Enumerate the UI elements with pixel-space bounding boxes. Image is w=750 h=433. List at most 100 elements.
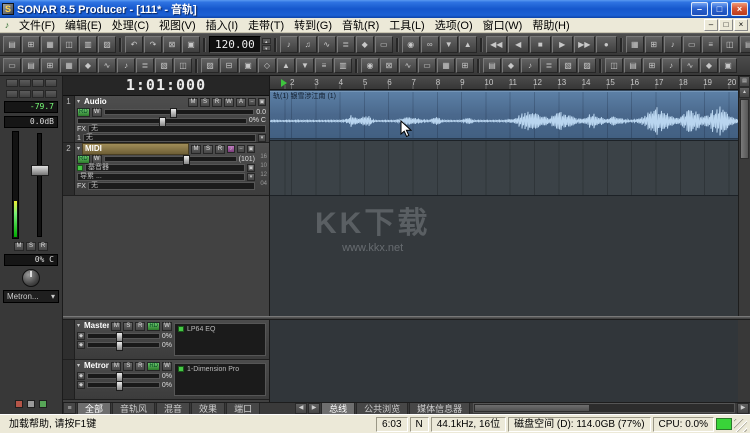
bus-name[interactable]: Metronome	[82, 361, 109, 371]
toolbar-button[interactable]: ♪	[117, 58, 135, 73]
menu-item[interactable]: 窗口(W)	[478, 17, 528, 33]
clips-pane[interactable]: 234567891011121314151617181920 轨(1) 银雪涉江…	[270, 76, 738, 316]
tempo-up-button[interactable]: ▲	[262, 38, 271, 44]
toolbar-button[interactable]: ∿	[98, 58, 116, 73]
toolbar-button[interactable]: ▦	[41, 36, 59, 53]
arm-button[interactable]: R	[215, 145, 225, 154]
read-automation-button[interactable]: RD	[77, 108, 90, 117]
minimize-strip-icon[interactable]: –	[237, 145, 245, 153]
mute-button[interactable]: M	[188, 98, 198, 107]
menu-item[interactable]: 帮助(H)	[527, 17, 574, 33]
inspector-button[interactable]	[6, 90, 18, 98]
write-automation-button[interactable]: W	[224, 98, 234, 107]
view-tab[interactable]: 总线	[321, 402, 355, 414]
bus-name[interactable]: Master	[82, 321, 109, 331]
archive-button[interactable]: A	[236, 98, 246, 107]
track-pane-tab[interactable]: 全部	[77, 402, 111, 414]
toolbar-button[interactable]: ⊞	[41, 58, 59, 73]
io-dropdown-icon[interactable]: ▾	[258, 134, 266, 142]
toolbar-button[interactable]: ≡	[702, 36, 720, 53]
bus-clips-area[interactable]	[270, 320, 738, 402]
tab-menu-icon[interactable]: ≡	[63, 402, 76, 414]
velocity-slider-thumb[interactable]	[183, 155, 190, 165]
empty-track-area[interactable]: KK下载 www.kkx.net	[270, 196, 738, 316]
audio-clip[interactable]: 轨(1) 银雪涉江南 (1)	[270, 91, 738, 139]
toolbar-button[interactable]: ▣	[239, 58, 257, 73]
mute-solo-record-button[interactable]: S	[26, 242, 36, 251]
mute-solo-record-button[interactable]: R	[38, 242, 48, 251]
device-selector[interactable]: Metron... ▾	[3, 290, 59, 303]
transport-button[interactable]: ■	[530, 36, 551, 53]
write-button[interactable]: W	[162, 362, 172, 371]
inspector-button[interactable]	[45, 79, 57, 87]
toolbar-button[interactable]: ▨	[578, 58, 596, 73]
track-pane-tab[interactable]: 效果	[191, 402, 225, 414]
bus-pan-slider[interactable]	[87, 342, 160, 348]
toolbar-button[interactable]: ▦	[626, 36, 644, 53]
toolbar-button[interactable]: ∿	[399, 58, 417, 73]
toolbar-button[interactable]: ≡	[315, 58, 333, 73]
menu-item[interactable]: 转到(G)	[289, 17, 337, 33]
timeline-ruler[interactable]: 234567891011121314151617181920	[270, 76, 738, 90]
menu-item[interactable]: 走带(T)	[243, 17, 289, 33]
volume-fader-thumb[interactable]	[31, 165, 49, 176]
collapse-arrow-icon[interactable]: ▾	[77, 362, 80, 370]
volume-slider-thumb[interactable]	[170, 108, 177, 118]
menu-item[interactable]: 工具(L)	[384, 17, 429, 33]
bus-pan-slider[interactable]	[87, 382, 160, 388]
fx-bin[interactable]: 无	[88, 182, 255, 190]
track-1-header[interactable]: 1 ▾ Audio M S R W A – ▣ RD	[63, 96, 269, 143]
toolbar-button[interactable]: ◉	[402, 36, 420, 53]
toolbar-button[interactable]: ▣	[719, 58, 737, 73]
midi-output-icon[interactable]: ♪	[227, 145, 235, 153]
toolbar-button[interactable]: ▭	[418, 58, 436, 73]
inspector-button[interactable]	[32, 79, 44, 87]
write-button[interactable]: W	[92, 155, 102, 164]
toolbar-button[interactable]: ▭	[3, 58, 21, 73]
collapse-arrow-icon[interactable]: ▾	[77, 322, 80, 330]
menu-item[interactable]: 插入(I)	[201, 17, 243, 33]
menu-item[interactable]: 视图(V)	[154, 17, 201, 33]
audio-clip-lane[interactable]: 轨(1) 银雪涉江南 (1)	[270, 90, 738, 141]
bus-pan-thumb[interactable]	[116, 381, 123, 391]
input-selector[interactable]: 无	[83, 134, 256, 142]
toolbar-button[interactable]: ▧	[155, 58, 173, 73]
toolbar-button[interactable]: ▲	[459, 36, 477, 53]
tempo-display[interactable]: 120.00	[209, 36, 261, 53]
transport-button[interactable]: ◀◀	[486, 36, 507, 53]
mute-button[interactable]: M	[191, 145, 201, 154]
fx-bin[interactable]: 无	[88, 125, 266, 133]
toolbar-button[interactable]: ♫	[299, 36, 317, 53]
toolbar-button[interactable]: ♪	[664, 36, 682, 53]
inspector-button[interactable]	[6, 79, 18, 87]
tab-scroll-right-icon[interactable]: ▶	[308, 403, 320, 414]
bus-fx-bin[interactable]: LP64 EQ	[174, 323, 266, 356]
write-button[interactable]: W	[162, 322, 172, 331]
toolbar-button[interactable]: ▲	[277, 58, 295, 73]
toolbar-button[interactable]: ▦	[60, 58, 78, 73]
toolbar-button[interactable]: ♪	[662, 58, 680, 73]
track-name[interactable]: Audio	[82, 97, 186, 107]
vertical-scroll-thumb[interactable]	[740, 99, 749, 159]
inspector-button[interactable]	[19, 90, 31, 98]
arm-button[interactable]: R	[135, 362, 145, 371]
scroll-up-icon[interactable]: ▲	[739, 87, 750, 98]
bus-metronome[interactable]: ▾ Metronome M S R RD W ◆ 0% ◆	[63, 360, 269, 400]
toolbar-button[interactable]: ◆	[356, 36, 374, 53]
track-pane-tab[interactable]: 音轨风	[112, 402, 155, 414]
mute-solo-record-button[interactable]: M	[14, 242, 24, 251]
transport-button[interactable]: ▶	[552, 36, 573, 53]
toolbar-button[interactable]: ≣	[136, 58, 154, 73]
toolbar-button[interactable]: ♪	[521, 58, 539, 73]
toolbar-button[interactable]: ⊞	[456, 58, 474, 73]
volume-fader[interactable]	[27, 131, 51, 239]
horizontal-scrollbar[interactable]	[473, 403, 735, 413]
mute-button[interactable]: M	[111, 362, 121, 371]
read-automation-button[interactable]: RD	[147, 322, 160, 331]
toolbar-button[interactable]: ⊠	[163, 36, 181, 53]
toolbar-button[interactable]: ▤	[3, 36, 21, 53]
collapse-arrow-icon[interactable]: ▾	[77, 98, 80, 106]
horizontal-scroll-thumb[interactable]	[475, 405, 589, 411]
hscroll-right-icon[interactable]: ▶	[737, 403, 749, 414]
now-time-marker-icon[interactable]	[281, 79, 287, 87]
